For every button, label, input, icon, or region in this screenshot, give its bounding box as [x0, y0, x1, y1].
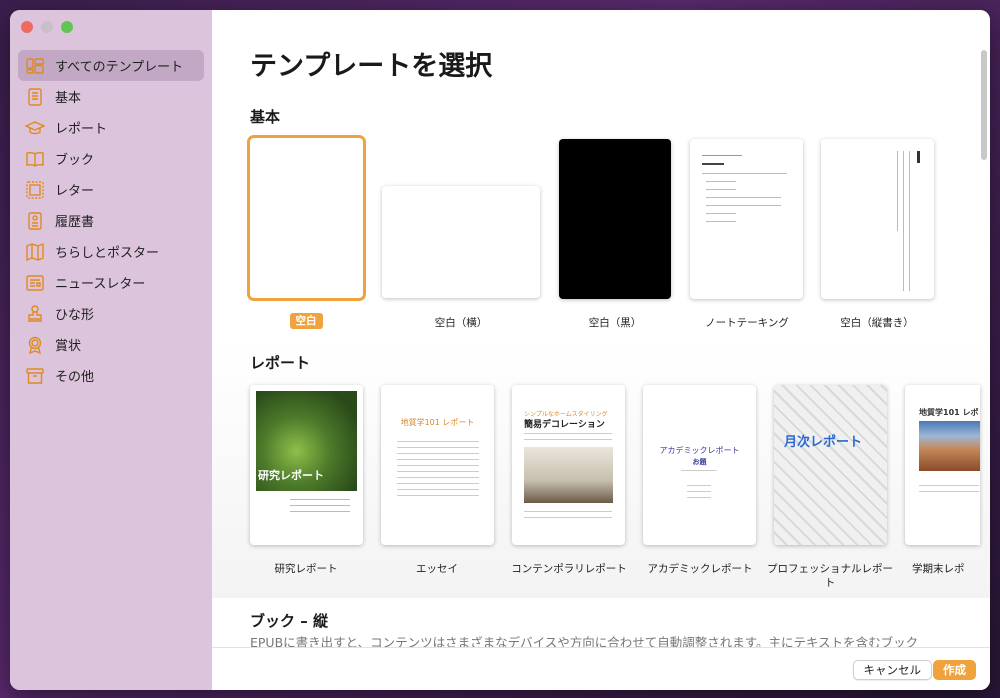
sidebar-item-label: 賞状 [55, 339, 82, 354]
sidebar-item-label: レター [55, 184, 95, 199]
template-label-blank-vertical: 空白（縦書き） [840, 317, 914, 329]
sidebar-item-label: 履歴書 [55, 215, 95, 230]
thumb-title: 簡易デコレーション [524, 420, 605, 430]
template-label-blank-black: 空白（黒） [588, 317, 642, 329]
template-thumb-professional-report[interactable]: 月次レポート [774, 385, 887, 545]
sidebar-item-certificate[interactable]: 賞状 [18, 329, 204, 360]
sidebar: すべてのテンプレート 基本 レポート ブック レター 履歴書 ちらしとポスター … [10, 10, 212, 690]
cancel-button[interactable]: キャンセル [852, 660, 932, 680]
award-icon [25, 335, 45, 355]
zoom-window-button[interactable] [61, 21, 73, 33]
thumb-subtitle: お題 [692, 458, 707, 466]
sidebar-item-label: その他 [55, 370, 95, 385]
section-title-report: レポート [250, 354, 311, 372]
window-controls [21, 21, 73, 33]
sidebar-item-label: ひな形 [55, 308, 95, 323]
template-thumb-blank-black[interactable] [559, 139, 671, 299]
thumb-title: 月次レポート [784, 435, 863, 450]
template-thumb-blank[interactable] [250, 138, 363, 298]
sidebar-item-label: ブック [55, 153, 95, 168]
section-title-book-portrait: ブック – 縦 [250, 612, 328, 630]
thumb-title: 地質学101 レポ [919, 408, 979, 417]
template-label-note-taking: ノートテーキング [705, 317, 789, 329]
architecture-photo [774, 385, 887, 545]
thumb-title: 研究レポート [258, 469, 324, 482]
archive-icon [25, 366, 45, 386]
minimize-window-button[interactable] [41, 21, 53, 33]
sidebar-item-label: レポート [55, 122, 108, 137]
resume-icon [25, 211, 45, 231]
dialog-footer: キャンセル 作成 [212, 647, 990, 690]
close-window-button[interactable] [21, 21, 33, 33]
thumb-title: 地質学101 レポート [400, 418, 475, 427]
sidebar-item-newsletter[interactable]: ニュースレター [18, 267, 204, 298]
newsletter-icon [25, 273, 45, 293]
all-templates-icon [25, 56, 45, 76]
template-label-term-paper: 学期末レポ [912, 563, 965, 575]
template-label-blank: 空白 [241, 313, 371, 329]
sidebar-item-letter[interactable]: レター [18, 174, 204, 205]
section-basic: 空白 空白（横） 空白（黒） ノートテーキング 空白（縦書き） [212, 128, 990, 338]
letter-icon [25, 180, 45, 200]
map-icon [25, 242, 45, 262]
sidebar-item-label: 基本 [55, 91, 82, 106]
stamp-icon [25, 304, 45, 324]
sidebar-item-basic[interactable]: 基本 [18, 81, 204, 112]
template-thumb-blank-vertical[interactable] [821, 139, 934, 299]
sidebar-item-all-templates[interactable]: すべてのテンプレート [18, 50, 204, 81]
section-report: レポート 研究レポート 研究レポート 地質学101 レポート エッセイ シンプル… [212, 340, 990, 598]
template-thumb-blank-landscape[interactable] [382, 186, 540, 298]
graduation-cap-icon [25, 118, 45, 138]
section-description-book-portrait: EPUBに書き出すと、コンテンツはさまざまなデバイスや方向に合わせて自動調整され… [250, 635, 919, 647]
template-label-contemporary-report: コンテンポラリレポート [511, 563, 627, 575]
book-icon [25, 149, 45, 169]
template-chooser-window: すべてのテンプレート 基本 レポート ブック レター 履歴書 ちらしとポスター … [10, 10, 990, 690]
sidebar-item-report[interactable]: レポート [18, 112, 204, 143]
sidebar-item-label: すべてのテンプレート [55, 60, 184, 75]
template-thumb-essay[interactable]: 地質学101 レポート [381, 385, 494, 545]
section-title-basic: 基本 [250, 108, 281, 126]
canyon-photo [919, 421, 980, 471]
template-thumb-note-taking[interactable] [690, 139, 803, 299]
template-label-essay: エッセイ [416, 563, 458, 575]
page-title: テンプレートを選択 [250, 51, 493, 82]
sidebar-item-stationery[interactable]: ひな形 [18, 298, 204, 329]
thumb-title: アカデミックレポート [659, 446, 740, 455]
gallery-scroll-area[interactable]: テンプレートを選択 基本 空白 空白（横） 空白（黒） ノートテーキング 空白（… [212, 10, 990, 647]
document-icon [25, 87, 45, 107]
template-thumb-contemporary-report[interactable]: シンプルなホームスタイリング 簡易デコレーション [512, 385, 625, 545]
vertical-scrollbar[interactable] [981, 50, 987, 160]
template-label-research-report: 研究レポート [274, 563, 338, 575]
sidebar-item-resume[interactable]: 履歴書 [18, 205, 204, 236]
template-label-academic-report: アカデミックレポート [647, 563, 753, 575]
template-thumb-research-report[interactable]: 研究レポート [250, 385, 363, 545]
room-photo [524, 447, 613, 503]
template-thumb-academic-report[interactable]: アカデミックレポート お題 [643, 385, 756, 545]
template-label-professional-report: プロフェッショナルレポート [767, 563, 893, 589]
template-gallery: テンプレートを選択 基本 空白 空白（横） 空白（黒） ノートテーキング 空白（… [212, 10, 990, 690]
create-button[interactable]: 作成 [933, 660, 976, 680]
template-label-blank-landscape: 空白（横） [434, 317, 488, 329]
category-list: すべてのテンプレート 基本 レポート ブック レター 履歴書 ちらしとポスター … [18, 50, 204, 391]
sidebar-item-label: ニュースレター [55, 277, 146, 292]
sidebar-item-flyers-posters[interactable]: ちらしとポスター [18, 236, 204, 267]
sidebar-item-other[interactable]: その他 [18, 360, 204, 391]
template-thumb-term-paper[interactable]: 地質学101 レポ [905, 385, 980, 545]
sidebar-item-book[interactable]: ブック [18, 143, 204, 174]
sidebar-item-label: ちらしとポスター [55, 246, 160, 261]
